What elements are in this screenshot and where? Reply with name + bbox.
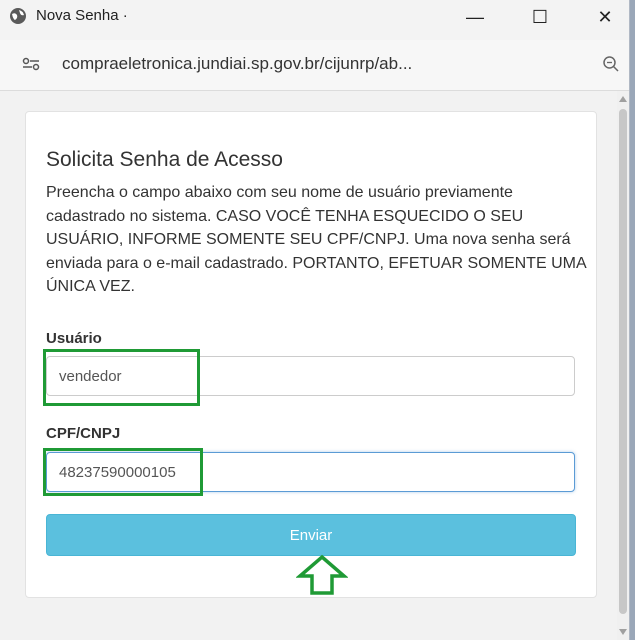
password-request-panel: Solicita Senha de Acesso Preencha o camp… <box>25 111 597 598</box>
page-content: Solicita Senha de Acesso Preencha o camp… <box>0 91 617 640</box>
cpf-label: CPF/CNPJ <box>46 425 121 442</box>
address-bar: compraeletronica.jundiai.sp.gov.br/cijun… <box>0 40 629 91</box>
maximize-button[interactable]: ☐ <box>517 0 563 34</box>
user-input[interactable] <box>46 356 575 396</box>
panel-description: Preencha o campo abaixo com seu nome de … <box>46 184 586 295</box>
arrow-up-outline-icon <box>296 554 348 595</box>
window-title: Nova Senha · <box>36 7 128 24</box>
user-label: Usuário <box>46 330 102 347</box>
close-button[interactable]: ✕ <box>582 0 628 34</box>
scroll-thumb[interactable] <box>619 109 627 614</box>
send-button[interactable]: Enviar <box>46 514 576 556</box>
browser-popup-window: Nova Senha · — ☐ ✕ compraeletronica.jund… <box>0 0 630 640</box>
url-text[interactable]: compraeletronica.jundiai.sp.gov.br/cijun… <box>62 54 412 74</box>
scroll-down-arrow-icon[interactable] <box>619 629 627 635</box>
minimize-button[interactable]: — <box>452 0 498 34</box>
vertical-scrollbar[interactable] <box>617 91 629 640</box>
panel-title: Solicita Senha de Acesso <box>46 148 283 171</box>
globe-icon <box>10 8 26 24</box>
site-settings-icon[interactable] <box>22 57 40 71</box>
zoom-icon[interactable] <box>602 55 620 73</box>
cpf-input[interactable] <box>46 452 575 492</box>
title-bar: Nova Senha · — ☐ ✕ <box>0 0 629 40</box>
scroll-up-arrow-icon[interactable] <box>619 96 627 102</box>
